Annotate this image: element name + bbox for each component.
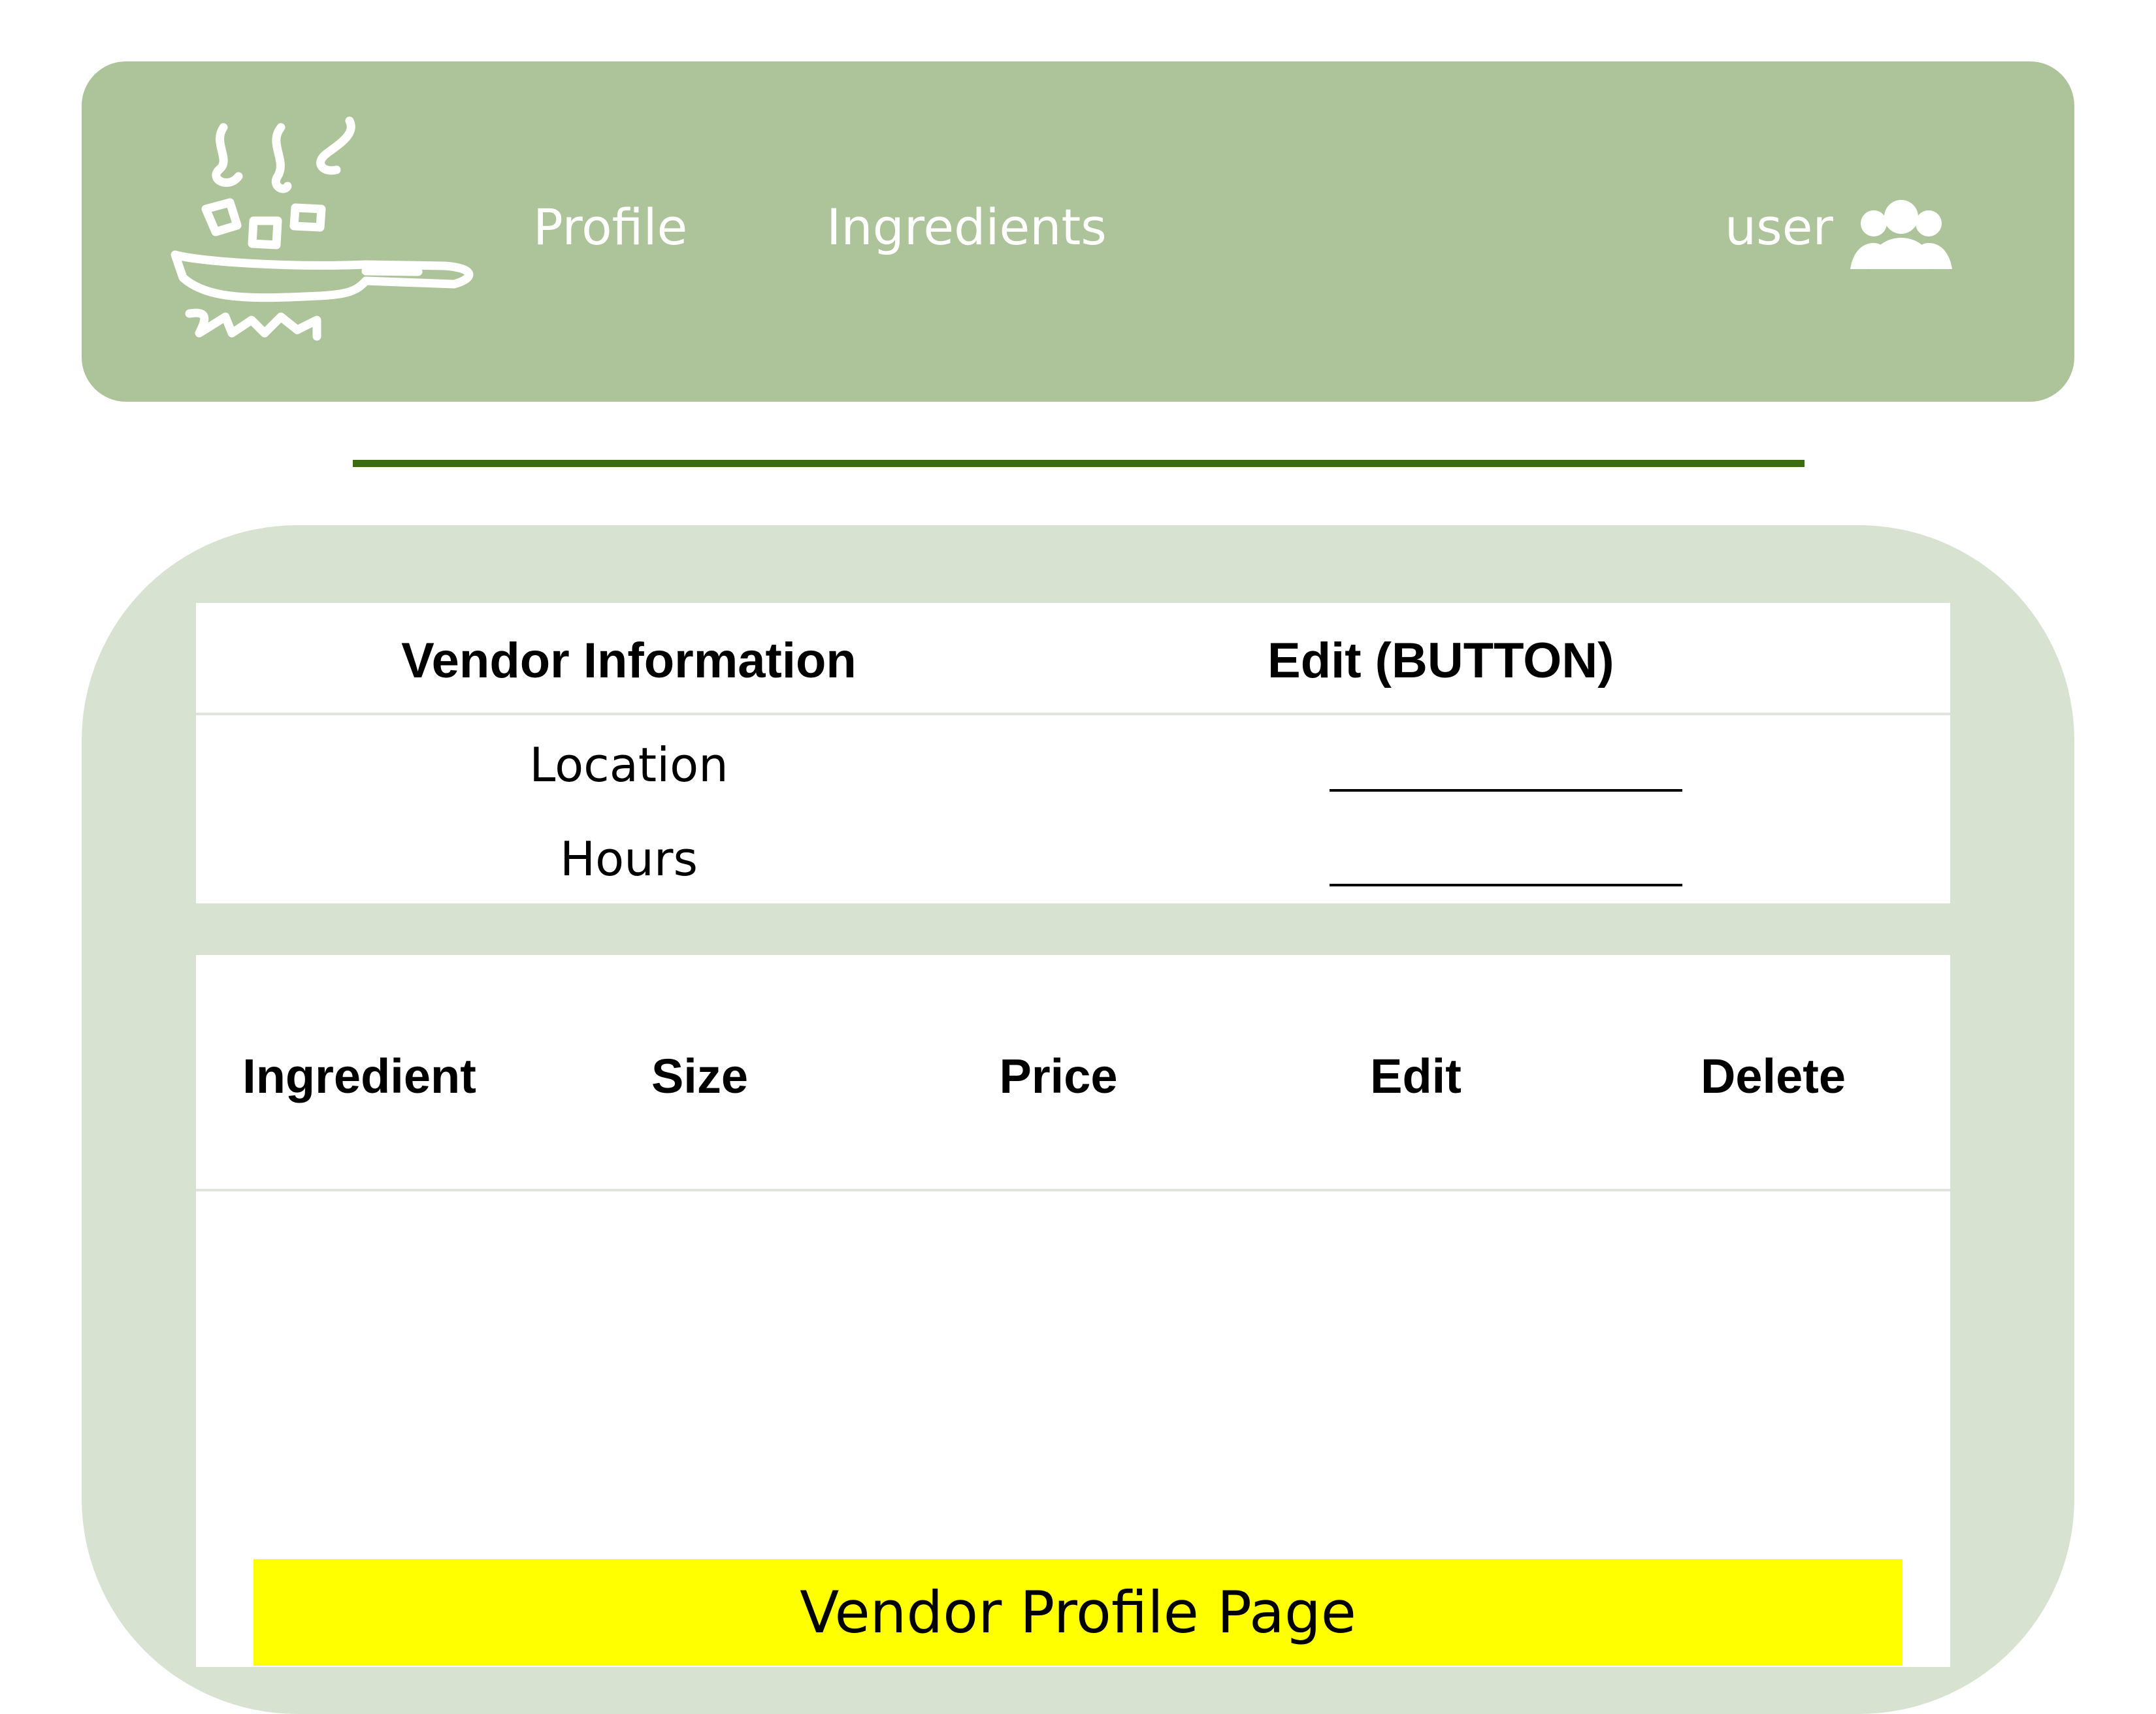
ingredients-table-header: Ingredient Size Price Edit Delete	[196, 955, 1950, 1191]
column-header-size: Size	[651, 1049, 749, 1103]
column-header-delete: Delete	[1700, 1049, 1846, 1103]
vendor-info-header: Vendor Information Edit (BUTTON)	[196, 603, 1950, 715]
column-header-ingredient: Ingredient	[242, 1049, 476, 1103]
hours-value-field[interactable]	[1330, 884, 1682, 886]
column-header-edit: Edit	[1370, 1049, 1462, 1103]
edit-vendor-button[interactable]: Edit (BUTTON)	[1267, 632, 2133, 689]
page-title-label: Vendor Profile Page	[253, 1559, 1903, 1666]
location-value-field[interactable]	[1330, 789, 1682, 792]
vendor-info-card: Vendor Information Edit (BUTTON) Locatio…	[196, 603, 1950, 903]
vendor-info-title: Vendor Information	[401, 633, 857, 688]
column-header-price: Price	[999, 1049, 1118, 1103]
header-divider	[353, 460, 1805, 467]
hours-label: Hours	[560, 832, 698, 886]
nav-link-ingredients[interactable]: Ingredients	[826, 202, 1107, 252]
location-label: Location	[529, 737, 728, 792]
users-icon[interactable]	[1850, 197, 1952, 270]
user-menu-label[interactable]: user	[1725, 202, 1833, 252]
nav-link-profile[interactable]: Profile	[533, 202, 687, 252]
cooking-pan-icon[interactable]	[91, 52, 483, 379]
